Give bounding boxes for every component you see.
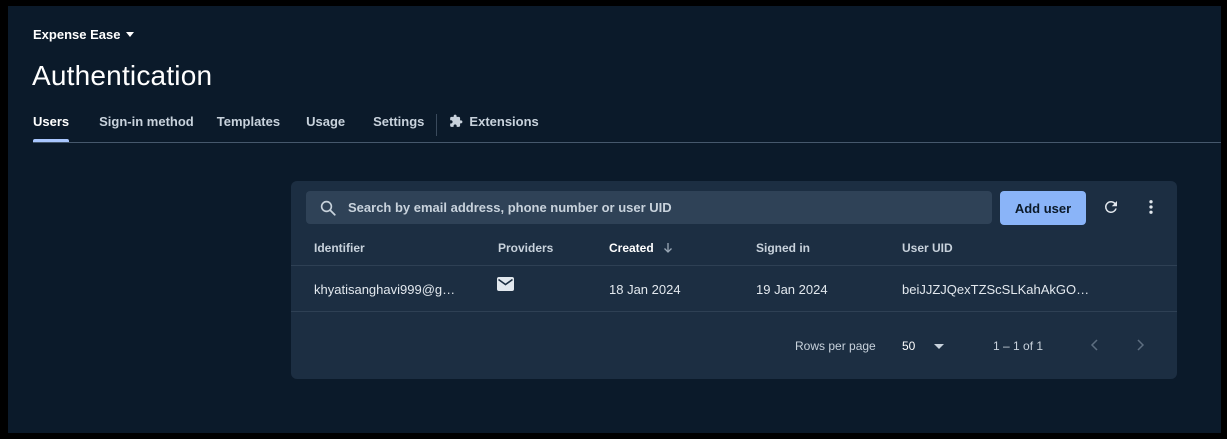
table-row[interactable]: khyatisanghavi999@g… 18 Jan 2024 19 Jan … <box>291 266 1177 312</box>
column-label: User UID <box>902 241 953 255</box>
tab-usage[interactable]: Usage <box>306 114 345 140</box>
search-icon <box>320 200 336 216</box>
cell-identifier: khyatisanghavi999@g… <box>314 282 456 297</box>
column-label: Signed in <box>756 241 810 255</box>
more-vert-icon[interactable] <box>1142 198 1160 216</box>
tabs-divider <box>33 142 1221 143</box>
column-header-user-uid: User UID <box>902 241 953 255</box>
cell-user-uid: beiJJZJQexTZScSLKahAkGO… <box>902 282 1090 297</box>
rows-per-page-select[interactable]: 50 <box>902 339 915 353</box>
tab-label: Templates <box>216 114 281 129</box>
column-header-signed-in: Signed in <box>756 241 810 255</box>
chevron-right-icon[interactable] <box>1133 338 1147 352</box>
column-label: Providers <box>498 241 554 255</box>
project-name: Expense Ease <box>33 27 121 42</box>
cell-created: 18 Jan 2024 <box>609 282 681 297</box>
page-title: Authentication <box>32 60 213 91</box>
tab-settings[interactable]: Settings <box>373 114 424 140</box>
search-input[interactable] <box>346 199 970 216</box>
tab-label: Sign-in method <box>99 114 194 129</box>
tab-label: Settings <box>373 114 425 129</box>
add-user-button[interactable]: Add user <box>1000 191 1086 225</box>
tab-bar: Users Sign-in method Templates Usage Set… <box>33 114 539 142</box>
page-range: 1 – 1 of 1 <box>993 339 1044 353</box>
tab-divider <box>436 114 438 136</box>
refresh-icon[interactable] <box>1102 198 1120 216</box>
tab-users[interactable]: Users <box>33 114 70 142</box>
tab-label: Users <box>33 114 70 129</box>
tab-templates[interactable]: Templates <box>217 114 280 140</box>
rows-per-page-caret-icon[interactable] <box>934 344 944 349</box>
project-selector[interactable]: Expense Ease <box>33 27 135 42</box>
search-bar[interactable] <box>306 191 992 224</box>
column-header-providers: Providers <box>498 241 553 255</box>
tab-sign-in-method[interactable]: Sign-in method <box>99 114 194 140</box>
extensions-icon <box>450 114 463 127</box>
tab-extensions[interactable]: Extensions <box>449 114 539 140</box>
mail-icon <box>497 277 514 291</box>
column-label: Identifier <box>314 241 365 255</box>
table-header: Identifier Providers Created Signed in U… <box>291 239 1177 266</box>
chevron-left-icon[interactable] <box>1088 338 1102 352</box>
console-frame: Expense Ease Authentication Users Sign-i… <box>8 6 1221 433</box>
column-label: Created <box>609 241 654 255</box>
sort-arrow-down-icon <box>663 243 672 253</box>
tab-label: Extensions <box>469 114 539 129</box>
users-card: Add user Identifier Providers Created <box>291 181 1177 379</box>
tab-label: Usage <box>306 114 346 129</box>
rows-per-page-label: Rows per page <box>795 339 876 353</box>
column-header-created[interactable]: Created <box>609 241 674 255</box>
caret-down-icon <box>126 32 135 37</box>
pagination: Rows per page 50 1 – 1 of 1 <box>291 339 1177 363</box>
cell-signed-in: 19 Jan 2024 <box>756 282 828 297</box>
column-header-identifier: Identifier <box>314 241 365 255</box>
